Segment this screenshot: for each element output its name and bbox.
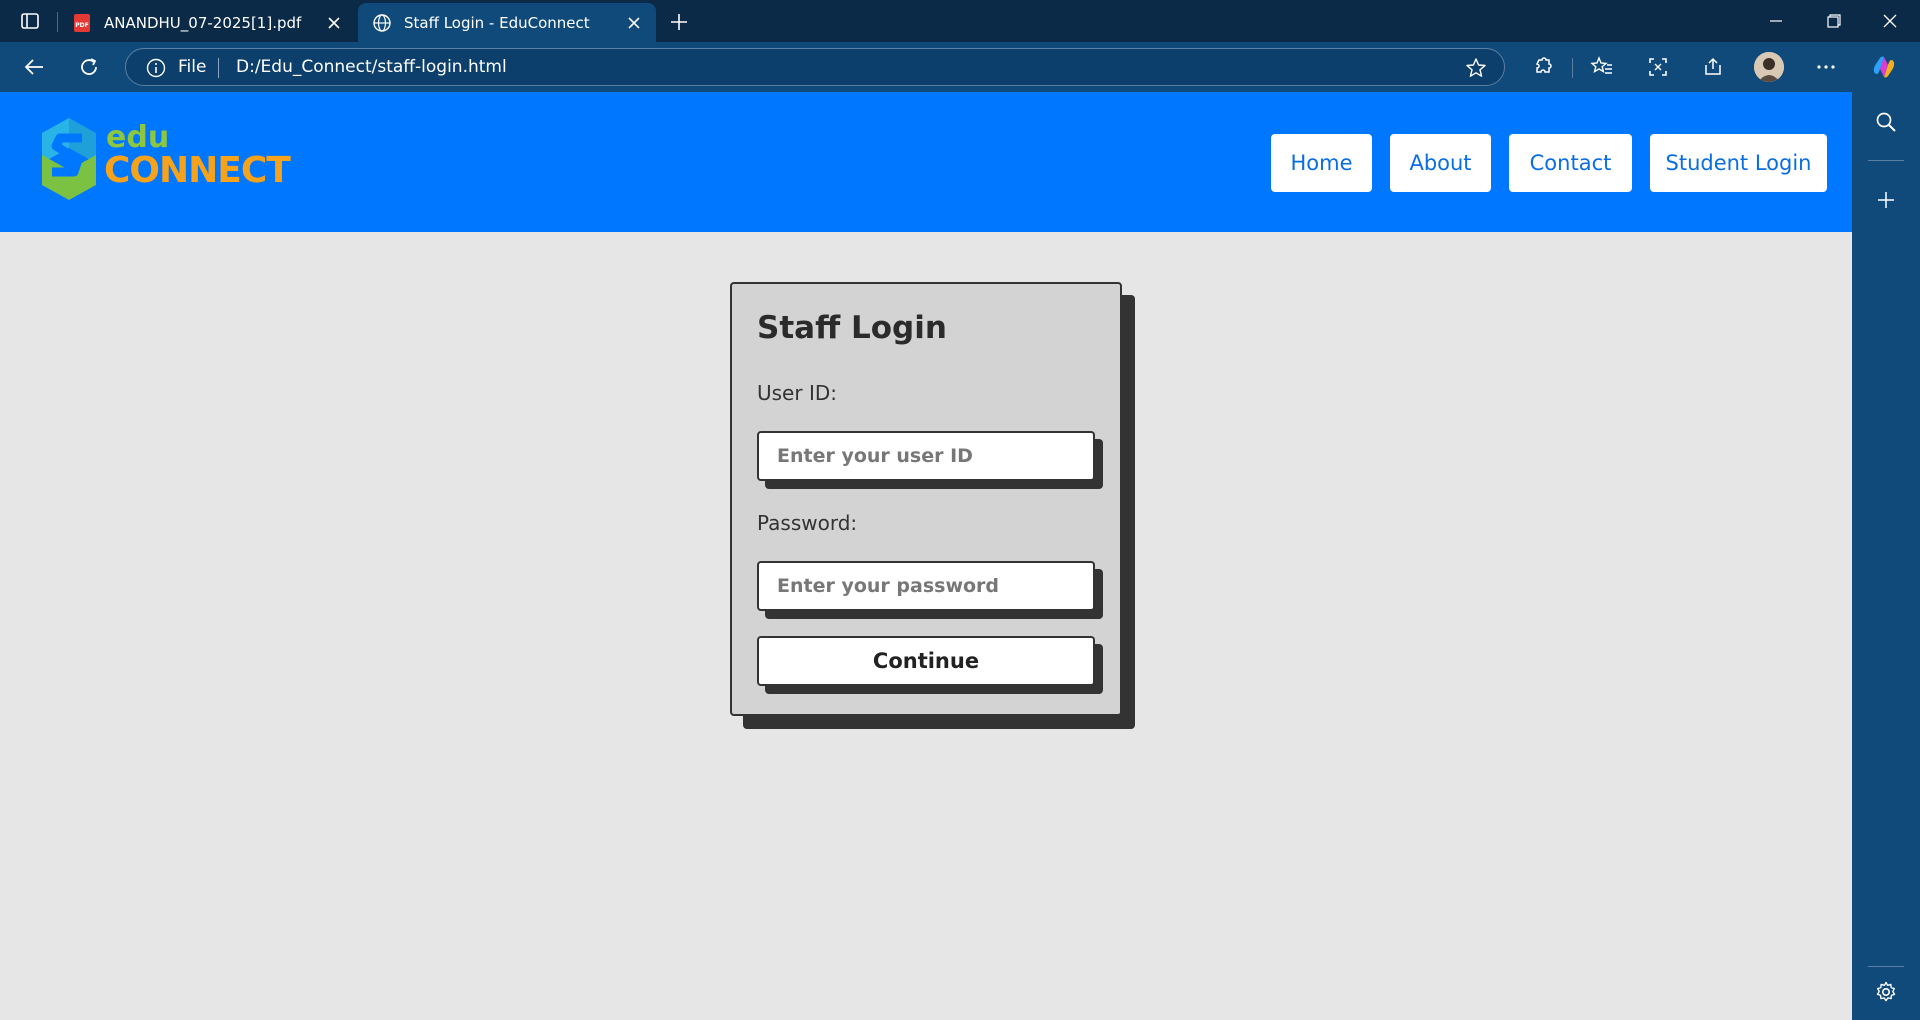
- new-tab-icon[interactable]: [664, 7, 694, 37]
- user-id-label: User ID:: [757, 381, 837, 405]
- login-title: Staff Login: [757, 310, 947, 346]
- user-id-input[interactable]: [757, 431, 1095, 481]
- close-window-icon[interactable]: [1862, 0, 1918, 42]
- pdf-icon: PDF: [72, 13, 92, 33]
- favorites-icon[interactable]: [1584, 50, 1620, 84]
- toolbar-separator: [1572, 58, 1573, 78]
- globe-icon: [372, 13, 392, 33]
- search-icon[interactable]: [1870, 106, 1902, 138]
- password-input[interactable]: [757, 561, 1095, 611]
- tab-actions-icon[interactable]: [14, 9, 46, 33]
- nav-student-login-button[interactable]: Student Login: [1650, 134, 1827, 192]
- close-tab-icon[interactable]: [620, 9, 648, 37]
- nav-about-button[interactable]: About: [1390, 134, 1491, 192]
- tab-pdf[interactable]: PDF ANANDHU_07-2025[1].pdf: [58, 3, 356, 42]
- tab-title: ANANDHU_07-2025[1].pdf: [104, 13, 302, 32]
- address-bar[interactable]: File D:/Edu_Connect/staff-login.html: [125, 48, 1505, 86]
- restore-icon[interactable]: [1806, 0, 1862, 42]
- reload-icon[interactable]: [71, 50, 107, 84]
- minimize-icon[interactable]: [1748, 0, 1804, 42]
- nav-contact-button[interactable]: Contact: [1509, 134, 1632, 192]
- screenshot-icon[interactable]: [1640, 50, 1676, 84]
- close-tab-icon[interactable]: [320, 9, 348, 37]
- url-text[interactable]: D:/Edu_Connect/staff-login.html: [236, 57, 507, 77]
- browser-tab-strip: PDF ANANDHU_07-2025[1].pdf Staff Login -…: [0, 0, 1920, 42]
- favorite-star-icon[interactable]: [1464, 56, 1488, 80]
- logo-mark-icon: [42, 118, 96, 200]
- staff-login-card: Staff Login User ID: Password: Continue: [730, 282, 1122, 716]
- continue-button[interactable]: Continue: [757, 636, 1095, 686]
- sidebar-separator: [1868, 966, 1904, 967]
- nav-home-button[interactable]: Home: [1271, 134, 1372, 192]
- gear-icon[interactable]: [1870, 976, 1902, 1008]
- browser-toolbar: File D:/Edu_Connect/staff-login.html: [0, 42, 1920, 92]
- tab-title: Staff Login - EduConnect: [404, 13, 590, 32]
- site-info-icon[interactable]: [146, 58, 166, 78]
- extensions-icon[interactable]: [1524, 50, 1560, 84]
- address-divider: [218, 58, 219, 78]
- page-viewport: edu CONNECT Home About Contact Student L…: [0, 92, 1852, 1020]
- svg-text:PDF: PDF: [75, 22, 88, 29]
- back-icon[interactable]: [16, 50, 52, 84]
- profile-avatar[interactable]: [1754, 52, 1784, 82]
- tab-staff-login[interactable]: Staff Login - EduConnect: [358, 3, 656, 42]
- add-icon[interactable]: [1870, 184, 1902, 216]
- sidebar-separator: [1868, 160, 1904, 161]
- educonnect-logo[interactable]: edu CONNECT: [38, 116, 291, 206]
- site-header: edu CONNECT Home About Contact Student L…: [0, 92, 1852, 232]
- share-icon[interactable]: [1695, 50, 1731, 84]
- logo-text-connect: CONNECT: [104, 150, 291, 191]
- more-options-icon[interactable]: [1808, 50, 1844, 84]
- scheme-label: File: [178, 57, 207, 77]
- copilot-icon[interactable]: [1866, 50, 1902, 84]
- password-label: Password:: [757, 511, 858, 535]
- browser-sidebar: [1852, 92, 1920, 1020]
